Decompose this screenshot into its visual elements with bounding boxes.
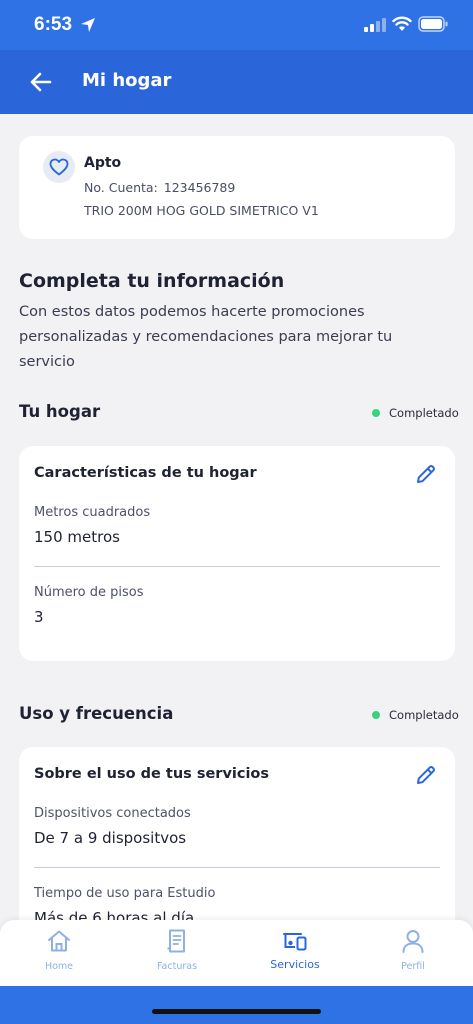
field-label: Metros cuadrados: [34, 505, 151, 520]
wifi-icon: [392, 16, 412, 31]
uso-status-text: Completado: [389, 708, 459, 722]
nav-label-facturas: Facturas: [156, 961, 198, 972]
field-value: 150 metros: [34, 528, 120, 546]
receipt-icon: [167, 929, 185, 953]
complete-info-title: Completa tu información: [19, 270, 285, 292]
battery-icon: [418, 16, 448, 32]
account-card[interactable]: Apto No. Cuenta: 123456789 TRIO 200M HOG …: [19, 136, 455, 239]
bottom-nav: Home Facturas Servicios Perfil: [0, 920, 473, 986]
hogar-card-title: Características de tu hogar: [34, 465, 257, 481]
edit-pencil-icon[interactable]: [414, 763, 438, 787]
divider: [34, 566, 440, 567]
field-label: Tiempo de uso para Estudio: [34, 886, 216, 901]
hogar-status-text: Completado: [389, 406, 459, 420]
hogar-section-title: Tu hogar: [19, 402, 101, 421]
field-label: Número de pisos: [34, 585, 144, 600]
nav-item-servicios[interactable]: Servicios: [236, 920, 354, 986]
uso-section-title: Uso y frecuencia: [19, 704, 174, 723]
status-dot: [372, 711, 380, 719]
field-label: Dispositivos conectados: [34, 806, 191, 821]
home-indicator-area: [0, 986, 473, 1024]
account-number-row: No. Cuenta: 123456789: [84, 180, 235, 195]
home-indicator[interactable]: [152, 1009, 321, 1014]
account-name: Apto: [84, 155, 122, 171]
user-icon: [402, 930, 424, 953]
location-arrow-icon: [81, 18, 95, 32]
complete-info-description: Con estos datos podemos hacerte promocio…: [19, 304, 393, 370]
nav-label-servicios: Servicios: [270, 958, 320, 971]
status-dot: [372, 409, 380, 417]
status-time: 6:53: [34, 14, 73, 35]
account-plan: TRIO 200M HOG GOLD SIMETRICO V1: [84, 203, 319, 218]
account-number: 123456789: [163, 180, 236, 195]
account-number-label: No. Cuenta:: [84, 180, 158, 195]
uso-card-title: Sobre el uso de tus servicios: [34, 766, 270, 782]
uso-status-badge: Completado: [372, 708, 459, 722]
heart-icon: [49, 158, 69, 176]
field-value: De 7 a 9 dispositvos: [34, 829, 187, 847]
hogar-status-badge: Completado: [372, 406, 459, 420]
nav-item-home[interactable]: Home: [0, 920, 118, 986]
page-title: Mi hogar: [82, 70, 172, 91]
status-bar: 6:53: [0, 0, 473, 50]
nav-item-facturas[interactable]: Facturas: [118, 920, 236, 986]
cellular-signal-icon: [364, 18, 386, 32]
nav-item-perfil[interactable]: Perfil: [354, 920, 472, 986]
back-arrow-icon[interactable]: [28, 70, 54, 94]
field-value: 3: [34, 608, 44, 626]
edit-pencil-icon[interactable]: [414, 462, 438, 486]
heart-badge: [43, 151, 75, 183]
divider: [34, 867, 440, 868]
nav-label-home: Home: [44, 961, 74, 972]
home-icon: [48, 930, 70, 952]
hogar-card: Características de tu hogar Metros cuadr…: [19, 446, 455, 661]
devices-icon: [283, 933, 307, 951]
app-header: Mi hogar: [0, 50, 473, 114]
nav-label-perfil: Perfil: [401, 961, 425, 972]
